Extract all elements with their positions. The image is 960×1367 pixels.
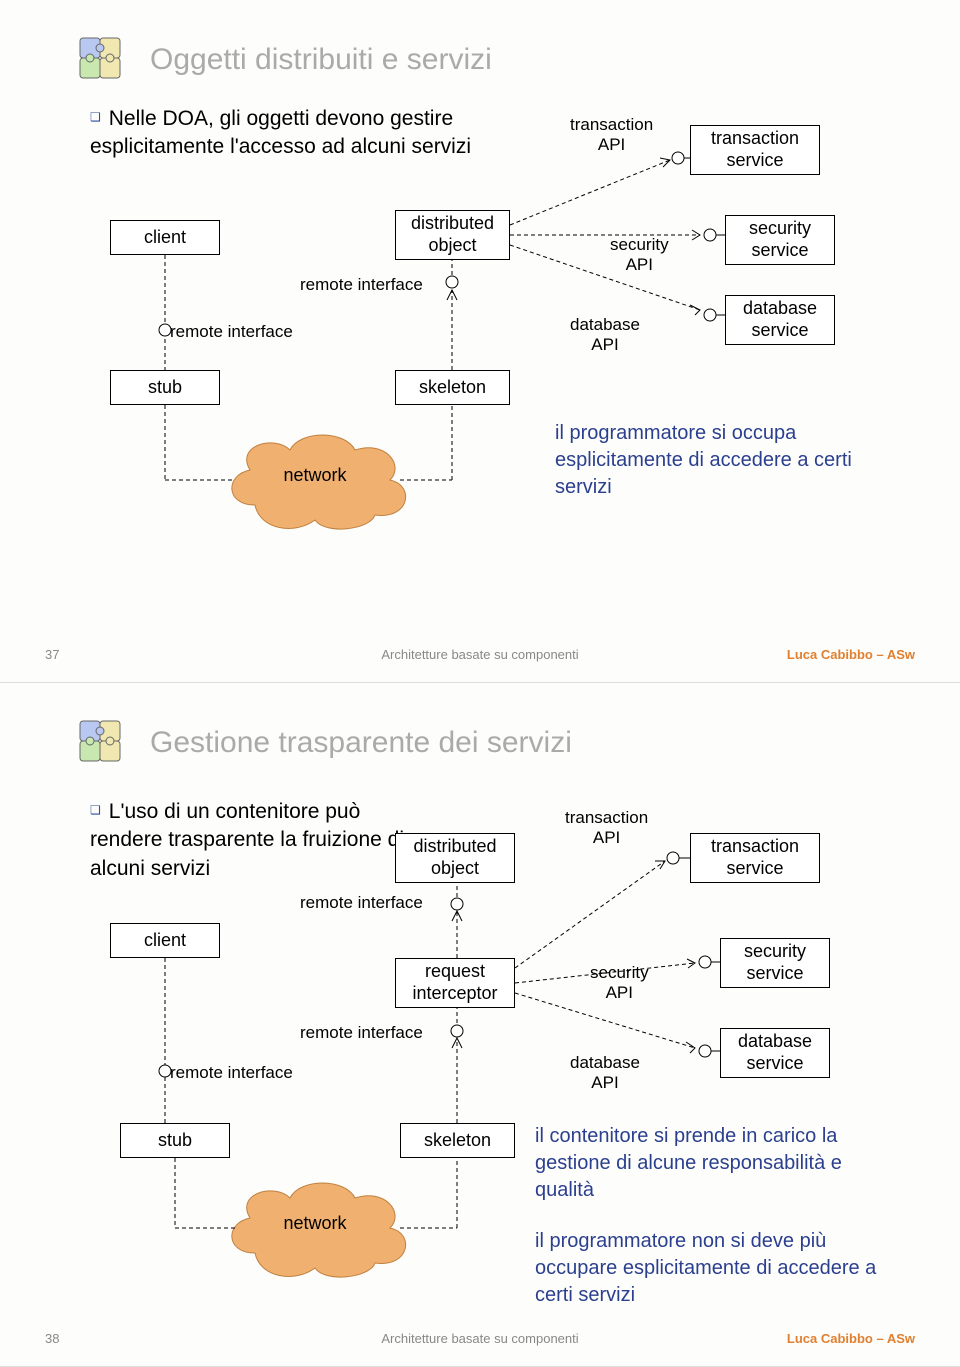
label-remote-interface-3: remote interface	[300, 1023, 450, 1043]
box-stub: stub	[110, 370, 220, 405]
label-sec-api: security API	[590, 963, 649, 1002]
box-client: client	[110, 923, 220, 958]
box-skeleton: skeleton	[395, 370, 510, 405]
footer-author: Luca Cabibbo – ASw	[787, 1331, 915, 1346]
slide1-header: Oggetti distribuiti e servizi	[70, 30, 492, 90]
cloud-network: network	[215, 425, 415, 540]
slide1-note: il programmatore si occupa esplicitament…	[555, 420, 875, 501]
label-txn-api: transaction API	[565, 808, 648, 847]
slide2-header: Gestione trasparente dei servizi	[70, 713, 572, 773]
slide2-note1: il contenitore si prende in carico la ge…	[535, 1123, 885, 1204]
cloud-network: network	[215, 1173, 415, 1288]
box-distributed-object: distributed object	[395, 833, 515, 883]
box-txn-service: transaction service	[690, 125, 820, 175]
box-request-interceptor: request interceptor	[395, 958, 515, 1008]
label-remote-interface-2: remote interface	[300, 275, 450, 295]
box-sec-service: security service	[725, 215, 835, 265]
cloud-label: network	[215, 1213, 415, 1234]
slide1-bullet: ❑Nelle DOA, gli oggetti devono gestire e…	[90, 105, 510, 162]
box-client: client	[110, 220, 220, 255]
puzzle-icon	[70, 30, 130, 90]
slide2-note2: il programmatore non si deve più occupar…	[535, 1228, 905, 1309]
slide2-bullet-text: L'uso di un contenitore può rendere tras…	[90, 800, 404, 880]
label-remote-interface-2: remote interface	[300, 893, 450, 913]
cloud-label: network	[215, 465, 415, 486]
puzzle-icon	[70, 713, 130, 773]
box-txn-service: transaction service	[690, 833, 820, 883]
slide2-bullet: ❑L'uso di un contenitore può rendere tra…	[90, 798, 420, 883]
label-sec-api: security API	[610, 235, 669, 274]
box-db-service: database service	[720, 1028, 830, 1078]
box-sec-service: security service	[720, 938, 830, 988]
label-db-api: database API	[570, 315, 640, 354]
slide1-title: Oggetti distribuiti e servizi	[150, 43, 492, 77]
slide-1: Oggetti distribuiti e servizi ❑Nelle DOA…	[0, 0, 960, 683]
label-db-api: database API	[570, 1053, 640, 1092]
box-skeleton: skeleton	[400, 1123, 515, 1158]
box-distributed-object: distributed object	[395, 210, 510, 260]
label-txn-api: transaction API	[570, 115, 653, 154]
label-remote-interface-1: remote interface	[170, 322, 293, 342]
slide1-bullet-text: Nelle DOA, gli oggetti devono gestire es…	[90, 107, 471, 158]
slide-2: Gestione trasparente dei servizi ❑L'uso …	[0, 683, 960, 1367]
box-db-service: database service	[725, 295, 835, 345]
box-stub: stub	[120, 1123, 230, 1158]
slide2-title: Gestione trasparente dei servizi	[150, 726, 572, 760]
footer-author: Luca Cabibbo – ASw	[787, 647, 915, 662]
label-remote-interface-1: remote interface	[170, 1063, 293, 1083]
